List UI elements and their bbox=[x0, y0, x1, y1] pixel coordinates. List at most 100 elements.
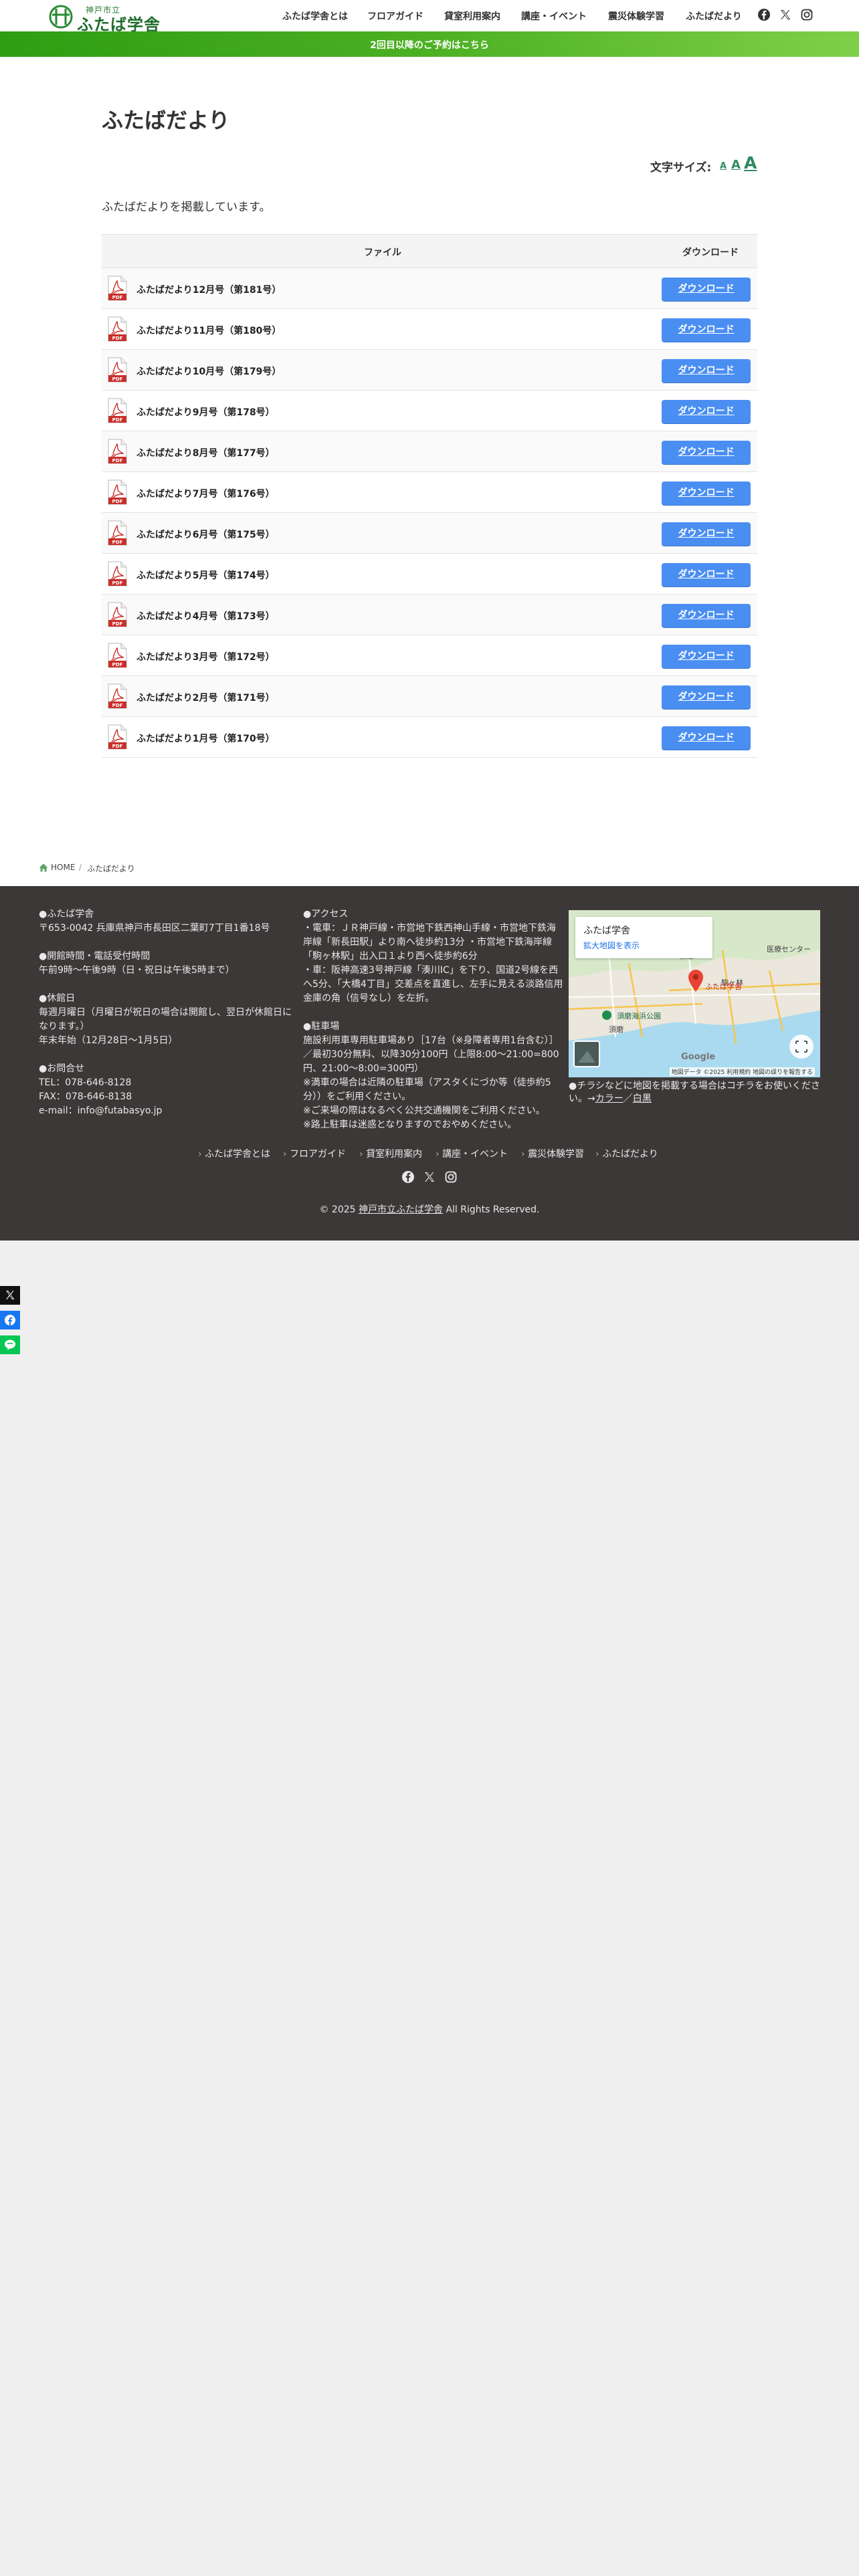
chevron-right-icon: › bbox=[198, 1149, 202, 1160]
file-name[interactable]: ふたばだより12月号（第181号） bbox=[136, 283, 281, 296]
x-share-button[interactable] bbox=[0, 1286, 20, 1305]
table-row: PDF ふたばだより12月号（第181号） ダウンロード bbox=[102, 268, 757, 309]
download-button[interactable]: ダウンロード bbox=[662, 522, 751, 546]
x-icon[interactable] bbox=[779, 8, 792, 21]
file-name[interactable]: ふたばだより6月号（第175号） bbox=[136, 528, 275, 541]
download-button[interactable]: ダウンロード bbox=[662, 645, 751, 668]
map-place-name: ふたば学舎 bbox=[583, 926, 630, 936]
download-button[interactable]: ダウンロード bbox=[662, 318, 751, 342]
footer-text-line: ※満車の場合は近隣の駐車場（アスタくにづか等（徒歩約5 bbox=[303, 1077, 551, 1088]
footer-spacer bbox=[303, 1006, 563, 1020]
site-footer: ●ふたば学舎〒653-0042 兵庫県神戸市長田区二葉町7丁目1番18号 ●開館時… bbox=[0, 886, 859, 1241]
file-name[interactable]: ふたばだより3月号（第172号） bbox=[136, 650, 275, 663]
pdf-icon-text: PDF bbox=[112, 621, 123, 627]
instagram-icon[interactable] bbox=[444, 1170, 458, 1184]
facebook-icon[interactable] bbox=[757, 8, 771, 21]
table-row: PDF ふたばだより6月号（第175号） ダウンロード bbox=[102, 513, 757, 554]
footer-text-line: ※ご来場の際はなるべく公共交通機関をご利用ください。 bbox=[303, 1105, 545, 1116]
footer-text-line: ●お問合せ bbox=[39, 1063, 85, 1074]
footer-info-column: ●ふたば学舎〒653-0042 兵庫県神戸市長田区二葉町7丁目1番18号 ●開館時… bbox=[39, 907, 292, 1118]
nav-item-about[interactable]: ふたば学舎とは bbox=[282, 9, 348, 23]
font-size-medium[interactable]: A bbox=[731, 158, 741, 172]
map-note-text: ●チラシなどに地図を掲載する場合はコチラをお使いくださ bbox=[569, 1081, 820, 1091]
file-name[interactable]: ふたばだより5月号（第174号） bbox=[136, 568, 275, 582]
reservation-banner-text[interactable]: 2回目以降のご予約はこちら bbox=[0, 38, 859, 51]
map-note: ●チラシなどに地図を掲載する場合はコチラをお使いくださ い。→カラー／白黒 bbox=[569, 1080, 820, 1105]
download-button[interactable]: ダウンロード bbox=[662, 359, 751, 383]
font-size-large[interactable]: A bbox=[744, 153, 757, 173]
x-share-icon bbox=[6, 1291, 15, 1299]
footer-nav-events[interactable]: › 講座・イベント bbox=[436, 1147, 508, 1160]
nav-item-rental[interactable]: 貸室利用案内 bbox=[444, 9, 500, 23]
file-name[interactable]: ふたばだより10月号（第179号） bbox=[136, 364, 281, 378]
instagram-icon[interactable] bbox=[800, 8, 814, 21]
map-mono-link[interactable]: 白黒 bbox=[633, 1093, 652, 1104]
x-icon[interactable] bbox=[423, 1170, 436, 1184]
footer-text-line: ●ふたば学舎 bbox=[39, 909, 94, 920]
file-name[interactable]: ふたばだより9月号（第178号） bbox=[136, 405, 275, 419]
chevron-right-icon: › bbox=[436, 1149, 440, 1160]
nav-item-events[interactable]: 講座・イベント bbox=[521, 9, 587, 23]
file-name[interactable]: ふたばだより1月号（第170号） bbox=[136, 732, 275, 745]
breadcrumb-home[interactable]: HOME bbox=[51, 863, 75, 872]
download-button[interactable]: ダウンロード bbox=[662, 685, 751, 709]
footer-text-line: なります。） bbox=[39, 1021, 90, 1032]
file-name[interactable]: ふたばだより2月号（第171号） bbox=[136, 691, 275, 704]
site-logo[interactable]: 神戸市立 ふたば学舎 bbox=[49, 3, 166, 34]
footer-access-column: ●アクセス ・電車：ＪＲ神戸線・市営地下鉄西神山手線・市営地下鉄海 岸線「新長田駅」… bbox=[303, 907, 563, 1132]
download-button[interactable]: ダウンロード bbox=[662, 481, 751, 505]
pdf-icon-text: PDF bbox=[112, 662, 123, 667]
footer-text-line: ●開館時間・電話受付時間 bbox=[39, 951, 151, 962]
font-size-small[interactable]: A bbox=[720, 161, 727, 171]
table-row: PDF ふたばだより7月号（第176号） ダウンロード bbox=[102, 472, 757, 513]
pdf-icon-text: PDF bbox=[112, 417, 123, 423]
download-button[interactable]: ダウンロード bbox=[662, 563, 751, 586]
footer-text-line: FAX：078-646-8138 bbox=[39, 1091, 132, 1102]
facebook-share-button[interactable] bbox=[0, 1311, 20, 1329]
nav-item-newsletter[interactable]: ふたばだより bbox=[686, 9, 742, 23]
embedded-map[interactable]: 板宿 須磨海浜公園 須磨 医療センター 駒ヶ林 ふたば学舎 Google ふたば… bbox=[569, 910, 820, 1077]
footer-text-line: ●休館日 bbox=[39, 993, 76, 1004]
site-header: 神戸市立 ふたば学舎 ふたば学舎とは フロアガイド 貸室利用案内 講座・イベント… bbox=[0, 0, 859, 34]
footer-text-line: 金庫の角（信号なし）を左折。 bbox=[303, 993, 434, 1004]
line-share-icon bbox=[5, 1339, 15, 1350]
line-share-button[interactable] bbox=[0, 1335, 20, 1354]
download-button[interactable]: ダウンロード bbox=[662, 400, 751, 423]
map-pin-label: ふたば学舎 bbox=[705, 982, 742, 991]
footer-text-line: 施設利用車専用駐車場あり［17台（※身障者専用1台含む）］ bbox=[303, 1035, 559, 1046]
footer-nav-label: 震災体験学習 bbox=[528, 1149, 585, 1160]
map-enlarge-link[interactable]: 拡大地図を表示 bbox=[583, 940, 640, 951]
footer-nav-about[interactable]: › ふたば学舎とは bbox=[198, 1147, 270, 1160]
download-button[interactable]: ダウンロード bbox=[662, 441, 751, 464]
file-name[interactable]: ふたばだより4月号（第173号） bbox=[136, 609, 275, 623]
map-info-card: ふたば学舎 拡大地図を表示 bbox=[575, 917, 712, 958]
footer-nav-floor-guide[interactable]: › フロアガイド bbox=[283, 1147, 346, 1160]
map-label-suma: 須磨 bbox=[609, 1025, 624, 1034]
map-note-arrow: い。→ bbox=[569, 1093, 595, 1104]
download-button[interactable]: ダウンロード bbox=[662, 604, 751, 627]
pdf-file-icon: PDF bbox=[108, 520, 127, 546]
download-button[interactable]: ダウンロード bbox=[662, 278, 751, 301]
footer-text-line: 午前9時〜午後9時（日・祝日は午後5時まで） bbox=[39, 965, 235, 976]
footer-spacer bbox=[39, 1048, 292, 1062]
map-color-link[interactable]: カラー bbox=[595, 1093, 624, 1104]
facebook-icon[interactable] bbox=[401, 1170, 415, 1184]
copyright-link[interactable]: 神戸市立ふたば学舎 bbox=[359, 1204, 443, 1215]
table-row: PDF ふたばだより10月号（第179号） ダウンロード bbox=[102, 350, 757, 391]
google-logo: Google bbox=[681, 1052, 716, 1062]
footer-text-line: 〒653-0042 兵庫県神戸市長田区二葉町7丁目1番18号 bbox=[39, 923, 270, 934]
footer-nav-disaster-learning[interactable]: › 震災体験学習 bbox=[521, 1147, 584, 1160]
file-name[interactable]: ふたばだより7月号（第176号） bbox=[136, 487, 275, 500]
nav-item-floor-guide[interactable]: フロアガイド bbox=[367, 9, 423, 23]
nav-item-disaster-learning[interactable]: 震災体験学習 bbox=[608, 9, 664, 23]
map-attribution[interactable]: 地図データ ©2025 利用規約 地図の誤りを報告する bbox=[669, 1067, 815, 1076]
footer-nav-rental[interactable]: › 貸室利用案内 bbox=[359, 1147, 422, 1160]
file-name[interactable]: ふたばだより8月号（第177号） bbox=[136, 446, 275, 459]
pdf-icon-text: PDF bbox=[112, 336, 123, 341]
page-title: ふたばだより bbox=[102, 108, 230, 133]
footer-nav-newsletter[interactable]: › ふたばだより bbox=[595, 1147, 658, 1160]
download-button[interactable]: ダウンロード bbox=[662, 726, 751, 750]
pdf-file-icon: PDF bbox=[108, 439, 127, 464]
file-name[interactable]: ふたばだより11月号（第180号） bbox=[136, 324, 281, 337]
reservation-banner[interactable]: 2回目以降のご予約はこちら bbox=[0, 31, 859, 57]
